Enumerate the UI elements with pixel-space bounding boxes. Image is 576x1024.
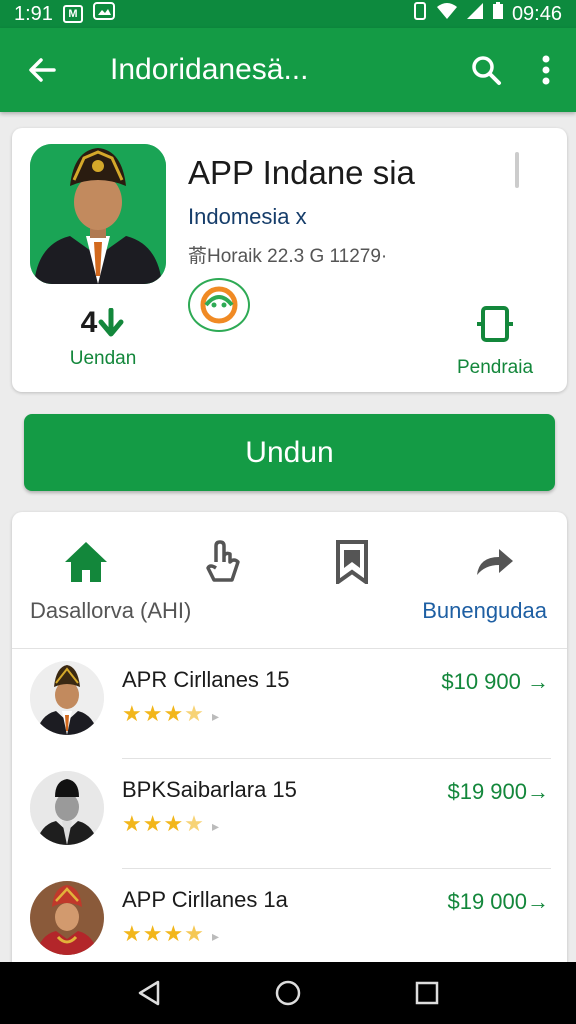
action-label: Pendraia — [456, 357, 534, 378]
search-button[interactable] — [456, 28, 516, 112]
back-arrow-icon — [29, 58, 56, 82]
vibrate-icon — [412, 2, 428, 26]
image-notification-icon — [92, 2, 115, 26]
tab-icons — [12, 532, 567, 592]
back-button[interactable] — [0, 28, 84, 112]
search-icon — [472, 56, 501, 85]
app-bar: Indoridanesä... — [0, 28, 576, 112]
rating-label: Uendan — [69, 348, 137, 369]
download-arrow-icon — [98, 308, 124, 337]
list-item[interactable]: BPKSaibarlara 15 ★★★★ ▸ $19 900→ — [12, 759, 567, 869]
row-title: BPKSaibarlara 15 — [122, 777, 297, 802]
bookmark-icon — [336, 540, 368, 584]
app-meta: 萮Horaik 22.3 G 11279· — [188, 246, 388, 267]
status-bar: 1:91 M 09:46 — [0, 0, 576, 28]
app-info-card: APP Indane sia Indomesia x 萮Horaik 22.3 … — [12, 128, 567, 392]
nav-back-button[interactable] — [129, 973, 169, 1013]
app-name: APP Indane sia — [188, 154, 415, 191]
tab-bookmark[interactable] — [322, 532, 382, 592]
share-icon — [206, 540, 240, 582]
nav-home-button[interactable] — [268, 973, 308, 1013]
forward-icon — [477, 549, 513, 575]
status-time: 1:91 — [14, 2, 53, 25]
avatar — [30, 771, 104, 845]
app-badge-icon — [188, 278, 250, 332]
gmail-notification-icon: M — [62, 5, 83, 23]
device-icon — [477, 306, 513, 342]
row-title: APP Cirllanes 1a — [122, 887, 288, 912]
back-triangle-icon — [139, 980, 160, 1006]
more-vert-icon — [542, 55, 550, 85]
avatar — [30, 661, 104, 735]
system-nav-bar — [0, 962, 576, 1024]
star-rating: ★★★★ ▸ — [122, 701, 221, 726]
row-price[interactable]: $19 000→ — [447, 889, 549, 915]
tabs-left-label[interactable]: Dasallorva (AHI) — [30, 598, 191, 624]
tab-forward[interactable] — [464, 532, 524, 592]
battery-icon — [492, 2, 504, 26]
action-stat[interactable]: Pendraia — [445, 304, 545, 379]
recents-square-icon — [415, 981, 438, 1005]
signal-icon — [466, 2, 484, 26]
row-price[interactable]: $10 900 → — [441, 669, 549, 695]
tab-share[interactable] — [194, 532, 254, 592]
home-icon — [65, 542, 107, 582]
rating-value: 4 — [80, 306, 98, 339]
row-price[interactable]: $19 900→ — [447, 779, 549, 805]
row-title: APR Cirllanes 15 — [122, 667, 290, 692]
list-item[interactable]: APR Cirllanes 15 ★★★★ ▸ $10 900 → — [12, 649, 567, 759]
install-button[interactable]: Undun — [24, 414, 555, 491]
home-circle-icon — [275, 980, 301, 1006]
star-rating: ★★★★ ▸ — [122, 811, 221, 836]
wifi-icon — [436, 2, 458, 26]
tabs-right-label[interactable]: Bunengudaa — [422, 598, 547, 624]
rating-stat: 4 Uendan — [48, 306, 158, 370]
nav-recents-button[interactable] — [407, 973, 447, 1013]
app-developer[interactable]: Indomesia x — [188, 204, 307, 230]
star-rating: ★★★★ ▸ — [122, 921, 221, 946]
list-card: Dasallorva (AHI) Bunengudaa APR Cirllane… — [12, 512, 567, 972]
avatar — [30, 881, 104, 955]
app-bar-title: Indoridanesä... — [110, 53, 309, 86]
divider-mark — [515, 152, 519, 188]
app-icon — [30, 144, 166, 284]
tab-home[interactable] — [56, 532, 116, 592]
status-clock: 09:46 — [511, 2, 562, 25]
more-options-button[interactable] — [516, 28, 576, 112]
